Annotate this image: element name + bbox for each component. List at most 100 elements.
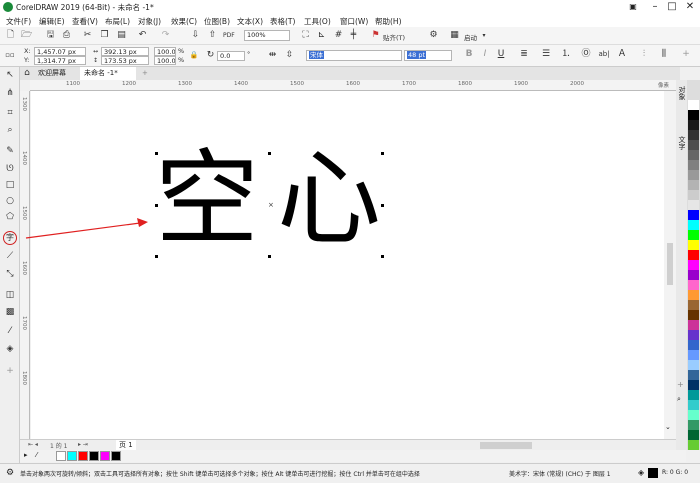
palette-swatch[interactable] [688,260,699,270]
snap-to-label[interactable]: 贴齐(T) [383,32,405,42]
palette-swatch[interactable] [688,170,699,180]
zoom-tool-icon[interactable]: ⌕ [3,124,17,137]
eyedropper-small-icon[interactable]: ⁄ [36,451,37,459]
palette-swatch[interactable] [688,140,699,150]
save-icon[interactable]: 🖫 [45,30,56,41]
width-field[interactable]: 392.13 px [101,47,149,56]
snap-to-icon[interactable]: ⚑ [370,30,381,41]
document-palette-swatch[interactable] [100,451,110,461]
menu-window[interactable]: 窗口(W) [340,16,368,27]
chevron-down-icon[interactable]: ▾ [480,30,488,41]
document-palette-swatch[interactable] [89,451,99,461]
underline-button[interactable]: U [496,49,506,60]
tab-welcome-screen[interactable]: 欢迎屏幕 [34,67,70,80]
edit-text-icon[interactable]: Ａ [616,49,628,60]
vertical-scrollbar[interactable]: ⌄ [664,91,676,439]
vertical-scroll-thumb[interactable] [667,243,673,285]
home-icon[interactable]: ⌂ [22,68,32,79]
page-nav-first-icon[interactable]: ⇤ ◂ [28,441,38,448]
selection-handle[interactable] [381,204,384,207]
copy-icon[interactable]: ❐ [99,30,110,41]
artistic-text-char-kong[interactable]: 空 [155,147,259,251]
x-position-field[interactable]: 1,457.07 px [34,47,86,56]
application-launcher-icon[interactable]: ▦ [449,30,460,41]
palette-swatch[interactable] [688,300,699,310]
palette-swatch[interactable] [688,380,699,390]
palette-swatch[interactable] [688,160,699,170]
horizontal-scroll-thumb[interactable] [480,442,532,449]
zoom-docker-icon[interactable]: ⌕ [677,395,681,404]
horizontal-text-icon[interactable]: ⫶ [638,49,650,60]
palette-swatch[interactable] [688,250,699,260]
palette-swatch[interactable] [688,210,699,220]
palette-swatch[interactable] [688,320,699,330]
eyedropper-icon[interactable]: ⁄ [3,325,17,338]
new-tab-button[interactable]: + [138,67,152,80]
document-palette-dropdown-icon[interactable]: ▸ [24,451,28,459]
palette-swatch[interactable] [688,130,699,140]
docker-tab-text[interactable]: 文字 [677,136,687,150]
shape-tool-icon[interactable]: ⋔ [3,87,17,100]
connector-tool-icon[interactable]: ⤡ [3,268,17,281]
full-screen-icon[interactable]: ⛶ [300,30,311,41]
text-tool-icon[interactable]: 字 [3,231,17,245]
rulers-icon[interactable]: ⊾ [316,30,327,41]
cut-icon[interactable]: ✂ [82,30,93,41]
account-icon[interactable]: ▣ [626,1,640,13]
selection-handle[interactable] [381,255,384,258]
scale-x-field[interactable]: 100.0 [154,47,176,56]
menu-object[interactable]: 对象(J) [138,16,161,27]
selection-handle[interactable] [155,152,158,155]
palette-swatch[interactable] [688,120,699,130]
add-toolbar-icon[interactable]: + [680,49,692,60]
text-properties-icon[interactable]: ab| [597,49,611,60]
palette-swatch[interactable] [688,180,699,190]
palette-swatch[interactable] [688,190,699,200]
redo-icon[interactable]: ↷ [160,30,171,41]
menu-tools[interactable]: 工具(O) [304,16,331,27]
zoom-level-select[interactable]: 100% [244,30,290,41]
palette-swatch[interactable] [688,270,699,280]
scale-y-field[interactable]: 100.0 [154,56,176,65]
menu-view[interactable]: 查看(V) [72,16,98,27]
palette-swatch[interactable] [688,230,699,240]
palette-swatch[interactable] [688,360,699,370]
launch-label[interactable]: 启动 [464,32,477,42]
numbered-list-icon[interactable]: ⒈ [560,49,572,60]
import-icon[interactable]: ⇩ [190,30,201,41]
docker-tab-objects[interactable]: 对象 [677,86,687,100]
export-icon[interactable]: ⇧ [207,30,218,41]
close-button[interactable]: ✕ [683,1,697,13]
scroll-down-icon[interactable]: ⌄ [665,423,671,431]
menu-help[interactable]: 帮助(H) [375,16,402,27]
bullet-list-icon[interactable]: ☰ [540,49,552,60]
palette-swatch[interactable] [688,420,699,430]
minimize-button[interactable]: – [648,1,662,13]
undo-icon[interactable]: ↶ [137,30,148,41]
vertical-ruler[interactable]: 1300 1400 1500 1600 1700 1800 [20,91,30,439]
new-document-icon[interactable]: 🗋 [5,30,16,41]
horizontal-ruler[interactable]: 1100 1200 1300 1400 1500 1600 1700 1800 … [30,80,676,91]
palette-swatch[interactable] [688,410,699,420]
add-tool-icon[interactable]: + [3,365,17,378]
menu-layout[interactable]: 布局(L) [105,16,130,27]
paste-icon[interactable]: ▤ [116,30,127,41]
drawing-canvas[interactable]: 空 心 × [31,91,676,439]
rectangle-tool-icon[interactable]: □ [3,179,17,192]
print-icon[interactable]: ⎙ [61,30,72,41]
pick-tool-icon[interactable]: ↖ [3,69,17,82]
add-docker-icon[interactable]: + [677,380,684,389]
selection-handle[interactable] [268,255,271,258]
maximize-button[interactable]: □ [665,1,679,13]
guidelines-icon[interactable]: ╪ [348,30,359,41]
menu-edit[interactable]: 编辑(E) [39,16,65,27]
palette-swatch[interactable] [688,280,699,290]
palette-swatch[interactable] [688,350,699,360]
mirror-horizontal-icon[interactable]: ⇹ [267,50,278,61]
palette-swatch[interactable] [688,240,699,250]
selection-handle[interactable] [155,255,158,258]
palette-swatch[interactable] [688,390,699,400]
crop-tool-icon[interactable]: ⌗ [3,107,17,120]
grid-icon[interactable]: # [333,30,344,41]
selection-handle[interactable] [381,152,384,155]
